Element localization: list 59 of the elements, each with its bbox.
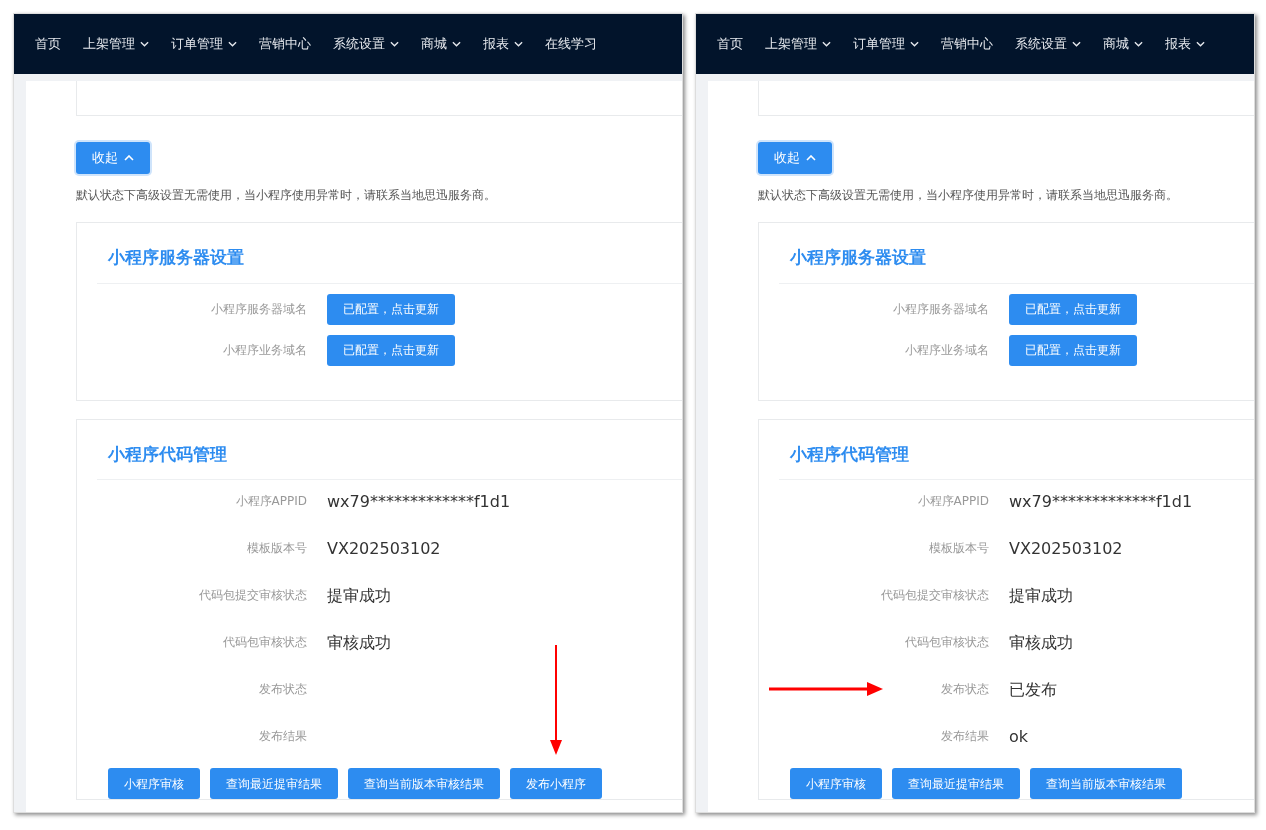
nav-menu-item[interactable]: 订单管理	[160, 34, 248, 54]
chevron-down-icon	[514, 41, 523, 47]
hint-text: 默认状态下高级设置无需使用，当小程序使用异常时，请联系当地思迅服务商。	[76, 187, 497, 204]
field-label: 发布状态	[258, 681, 308, 698]
section-title: 小程序服务器设置	[779, 223, 1254, 284]
nav-menu-item[interactable]: 商城	[1092, 34, 1154, 54]
nav-menu-item[interactable]: 首页	[24, 34, 72, 54]
nav-menu-item[interactable]: 营销中心	[930, 34, 1004, 54]
field-value: wx79*************f1d1	[1009, 492, 1193, 512]
chevron-up-icon	[806, 155, 816, 161]
nav-menu-item[interactable]: 在线学习	[534, 34, 608, 54]
nav-menu-item[interactable]: 商城	[410, 34, 472, 54]
field-value: VX202503102	[1009, 539, 1123, 559]
field-value: 提审成功	[327, 586, 391, 606]
nav-menu-item[interactable]: 系统设置	[322, 34, 410, 54]
field-value: 已发布	[1009, 680, 1057, 700]
nav-menu-item[interactable]: 上架管理	[72, 34, 160, 54]
nav-menu-item[interactable]: 上架管理	[754, 34, 842, 54]
field-label: 小程序APPID	[916, 493, 990, 510]
section-title: 小程序服务器设置	[97, 223, 682, 284]
nav-menu-item[interactable]: 报表	[472, 34, 534, 54]
chevron-down-icon	[822, 41, 831, 47]
field-label: 小程序APPID	[234, 493, 308, 510]
chevron-down-icon	[228, 41, 237, 47]
field-label: 发布结果	[940, 728, 990, 745]
field-label: 发布状态	[940, 681, 990, 698]
field-value: ok	[1009, 727, 1029, 747]
field-label: 代码包提交审核状态	[880, 587, 990, 604]
field-value: 审核成功	[1009, 633, 1073, 653]
field-label: 模板版本号	[246, 540, 308, 557]
nav-menu-item[interactable]: 系统设置	[1004, 34, 1092, 54]
nav-menu-item[interactable]: 营销中心	[248, 34, 322, 54]
chevron-down-icon	[390, 41, 399, 47]
nav-menu-item[interactable]: 首页	[706, 34, 754, 54]
field-label: 代码包审核状态	[904, 634, 990, 651]
field-value: 审核成功	[327, 633, 391, 653]
hint-text: 默认状态下高级设置无需使用，当小程序使用异常时，请联系当地思迅服务商。	[758, 187, 1179, 204]
field-label: 模板版本号	[928, 540, 990, 557]
chevron-up-icon	[124, 155, 134, 161]
field-value: VX202503102	[327, 539, 441, 559]
field-label: 小程序业务域名	[904, 342, 990, 359]
chevron-down-icon	[1072, 41, 1081, 47]
chevron-down-icon	[452, 41, 461, 47]
chevron-down-icon	[1134, 41, 1143, 47]
field-label: 代码包审核状态	[222, 634, 308, 651]
nav-menu-item[interactable]: 报表	[1154, 34, 1216, 54]
field-label: 小程序服务器域名	[210, 301, 308, 318]
chevron-down-icon	[140, 41, 149, 47]
field-label: 小程序服务器域名	[892, 301, 990, 318]
field-value: wx79*************f1d1	[327, 492, 511, 512]
field-label: 发布结果	[258, 728, 308, 745]
nav-menu-item[interactable]: 订单管理	[842, 34, 930, 54]
field-value: 提审成功	[1009, 586, 1073, 606]
chevron-down-icon	[1196, 41, 1205, 47]
field-label: 小程序业务域名	[222, 342, 308, 359]
section-title: 小程序代码管理	[97, 419, 682, 480]
chevron-down-icon	[910, 41, 919, 47]
field-label: 代码包提交审核状态	[198, 587, 308, 604]
section-title: 小程序代码管理	[779, 419, 1254, 480]
